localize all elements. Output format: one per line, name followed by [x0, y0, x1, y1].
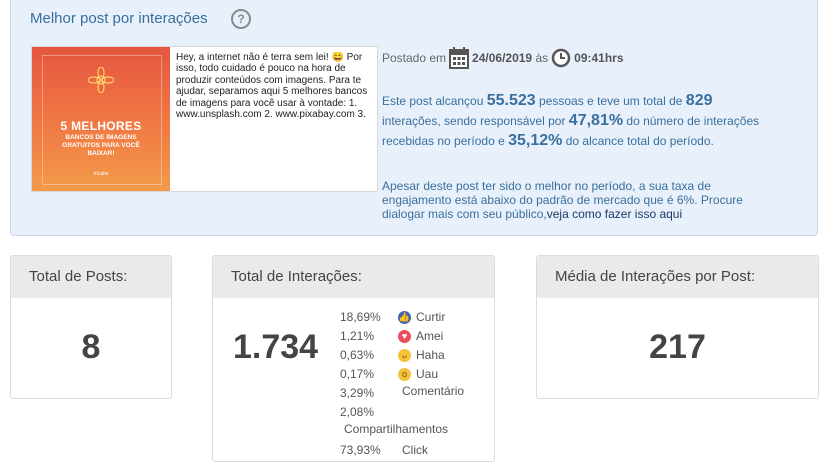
breakdown-row: 73,93% Click: [340, 441, 490, 460]
breakdown-label: Compartilhamentos: [344, 422, 449, 436]
post-stats: Este post alcançou 55.523 pessoas e teve…: [382, 91, 762, 151]
stats-text: interações, sendo responsável por: [382, 114, 566, 128]
total-posts-value: 8: [81, 328, 101, 366]
posted-at: às: [535, 51, 549, 65]
breakdown-pct: 1,21%: [340, 329, 375, 343]
panel-title: Melhor post por interações: [30, 10, 208, 27]
posted-info: Postado em 24/06/2019 às 09:41hrs: [382, 46, 624, 70]
breakdown-label: Haha: [416, 348, 445, 362]
clock-icon: [551, 48, 571, 68]
total-posts-card: Total de Posts: 8: [10, 255, 172, 399]
best-post-panel: Melhor post por interações ? 5 MELHORES …: [10, 0, 818, 236]
breakdown-row: 18,69% 👍 Curtir: [340, 308, 490, 327]
stats-text: do alcance total do período.: [565, 134, 714, 148]
reach-value: 55.523: [486, 92, 536, 109]
breakdown-pct: 0,17%: [340, 367, 375, 381]
breakdown-row: 1,21% ♥ Amei: [340, 327, 490, 346]
post-thumbnail[interactable]: 5 MELHORES BANCOS DE IMAGENS GRATUITOS P…: [32, 47, 170, 191]
breakdown-pct: 2,08%: [340, 405, 375, 419]
haha-icon: ᴗ: [398, 349, 411, 362]
how-to-link[interactable]: veja como fazer isso aqui: [547, 207, 682, 221]
card-header: Média de Interações por Post:: [537, 256, 818, 298]
thumbnail-subtitle: BANCOS DE IMAGENS GRATUITOS PARA VOCÊ BA…: [62, 134, 140, 157]
total-interactions-card: Total de Interações: 1.734 18,69% 👍 Curt…: [212, 255, 495, 462]
posted-prefix: Postado em: [382, 51, 447, 65]
breakdown-row: 0,63% ᴗ Haha: [340, 346, 490, 365]
breakdown-label: Amei: [416, 329, 444, 343]
breakdown-label: Click: [402, 443, 428, 457]
card-header: Total de Posts:: [11, 256, 171, 298]
breakdown-label: Comentário: [402, 384, 465, 398]
wow-icon: o: [398, 368, 411, 381]
thumbnail-title: 5 MELHORES: [60, 119, 142, 133]
average-interactions-card: Média de Interações por Post: 217: [536, 255, 819, 399]
post-preview[interactable]: 5 MELHORES BANCOS DE IMAGENS GRATUITOS P…: [31, 46, 378, 192]
card-header: Total de Interações:: [213, 256, 494, 298]
post-text: Hey, a internet não é terra sem lei! 😀 P…: [176, 52, 368, 121]
reach-share-value: 35,12%: [508, 132, 563, 149]
like-icon: 👍: [398, 311, 411, 324]
breakdown-pct: 0,63%: [340, 348, 375, 362]
breakdown-row: 2,08%: [340, 403, 490, 422]
interaction-breakdown: 18,69% 👍 Curtir 1,21% ♥ Amei 0,63% ᴗ Hah…: [340, 308, 490, 460]
question-circle-icon[interactable]: ?: [231, 9, 251, 29]
breakdown-row: 0,17% o Uau: [340, 365, 490, 384]
breakdown-pct: 3,29%: [340, 386, 375, 400]
love-icon: ♥: [398, 330, 411, 343]
breakdown-label: Uau: [416, 367, 439, 381]
posted-date: 24/06/2019: [472, 51, 533, 65]
posted-time: 09:41hrs: [574, 51, 624, 65]
interactions-share-value: 47,81%: [568, 112, 624, 129]
stats-text: pessoas e teve um total de: [539, 94, 683, 108]
interactions-value: 829: [685, 92, 713, 109]
calendar-icon: [449, 47, 470, 69]
stats-text: Este post alcançou: [382, 94, 484, 108]
breakdown-pct: 73,93%: [340, 443, 381, 457]
breakdown-pct: 18,69%: [340, 310, 381, 324]
thumbnail-logo: mLabs: [93, 171, 109, 177]
average-interactions-value: 217: [649, 328, 706, 366]
total-interactions-value: 1.734: [233, 328, 319, 366]
breakdown-label: Curtir: [416, 310, 446, 324]
flower-icon: [88, 67, 114, 93]
engagement-warning: Apesar deste post ter sido o melhor no p…: [382, 179, 762, 221]
